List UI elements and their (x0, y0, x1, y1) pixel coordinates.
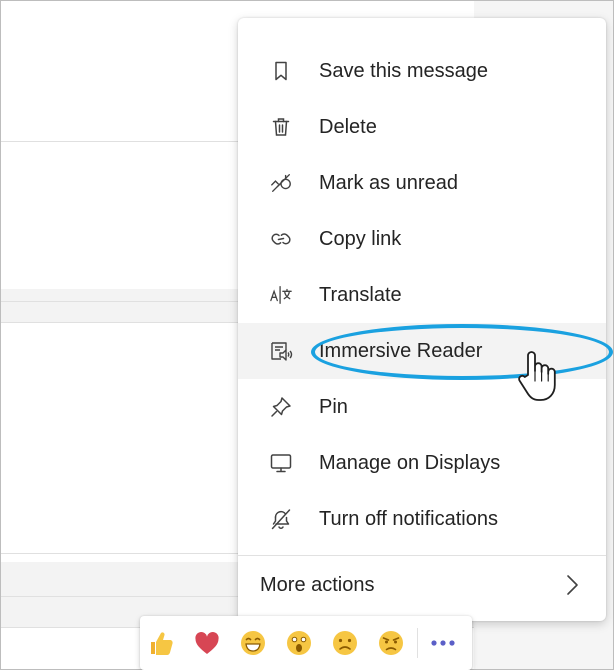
menu-item-label: Mark as unread (319, 172, 458, 194)
menu-item-label: Pin (319, 396, 348, 418)
menu-item-manage-on-displays[interactable]: Manage on Displays (238, 435, 606, 491)
reactions-bar (140, 616, 472, 670)
like-reaction[interactable] (144, 626, 178, 660)
angry-face-icon (379, 631, 403, 655)
sad-face-icon (333, 631, 357, 655)
menu-item-label: Translate (319, 284, 402, 306)
menu-item-turn-off-notifications[interactable]: Turn off notifications (238, 491, 606, 547)
laugh-reaction[interactable] (236, 626, 270, 660)
menu-item-translate[interactable]: Translate (238, 267, 606, 323)
immersive-reader-icon (268, 339, 294, 363)
trash-icon (268, 115, 294, 139)
menu-item-label: Save this message (319, 60, 488, 82)
laughing-face-icon (241, 631, 265, 655)
pin-icon (268, 395, 294, 419)
bell-off-icon (268, 507, 294, 531)
more-icon (431, 640, 455, 646)
menu-item-mark-as-unread[interactable]: Mark as unread (238, 155, 606, 211)
menu-item-label: Immersive Reader (319, 340, 483, 362)
surprised-reaction[interactable] (282, 626, 316, 660)
more-actions-label: More actions (260, 574, 375, 596)
heart-reaction[interactable] (190, 626, 224, 660)
menu-item-delete[interactable]: Delete (238, 99, 606, 155)
menu-item-label: Copy link (319, 228, 402, 250)
surprised-face-icon (287, 631, 311, 655)
menu-item-label: Manage on Displays (319, 452, 501, 474)
message-actions-menu: Save this message Delete Mark as unread … (238, 18, 606, 621)
menu-item-save-this-message[interactable]: Save this message (238, 43, 606, 99)
reactions-separator (417, 628, 418, 658)
chevron-right-icon (567, 575, 578, 595)
bookmark-icon (268, 59, 294, 83)
menu-item-label: Turn off notifications (319, 508, 498, 530)
link-icon (268, 227, 294, 251)
angry-reaction[interactable] (374, 626, 408, 660)
heart-icon (195, 632, 219, 654)
mark-unread-icon (268, 171, 294, 195)
sad-reaction[interactable] (328, 626, 362, 660)
menu-item-label: Delete (319, 116, 377, 138)
more-reactions-button[interactable] (426, 630, 460, 656)
thumbs-up-icon (151, 632, 173, 655)
more-actions-item[interactable]: More actions (238, 556, 606, 614)
display-icon (268, 451, 294, 475)
translate-icon (268, 283, 294, 307)
hand-cursor-icon (518, 351, 556, 401)
menu-item-copy-link[interactable]: Copy link (238, 211, 606, 267)
